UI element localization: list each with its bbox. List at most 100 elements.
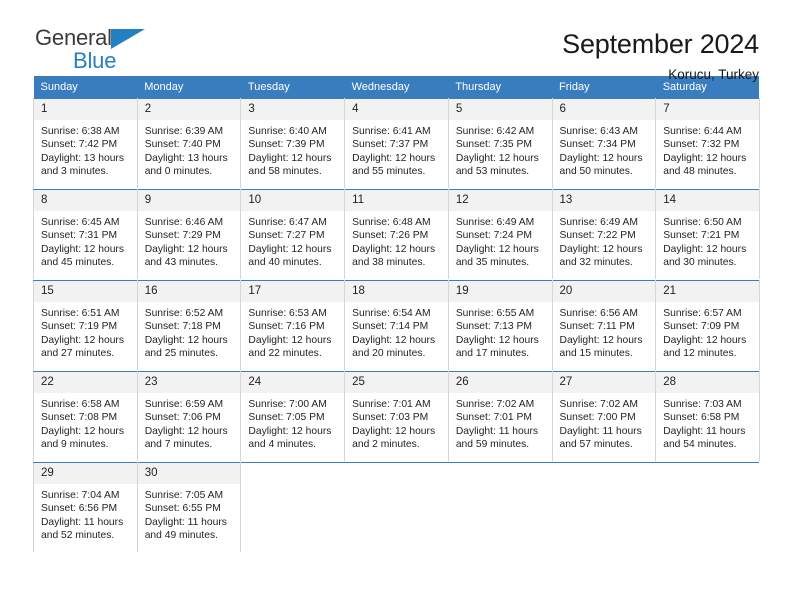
calendar-day-cell[interactable]: 24 Sunrise: 7:00 AM Sunset: 7:05 PM Dayligh… — [240, 371, 346, 461]
calendar-day-cell[interactable]: 8 Sunrise: 6:45 AM Sunset: 7:31 PM Daylight… — [33, 189, 138, 279]
calendar-day-cell[interactable]: 3 Sunrise: 6:40 AM Sunset: 7:39 PM Daylight… — [240, 98, 346, 188]
day-sunset-line: Sunset: 7:05 PM — [248, 412, 325, 424]
day-sun-info: Sunrise: 6:46 AM Sunset: 7:29 PM Daylight:… — [138, 211, 241, 270]
day-sunrise-line: Sunrise: 6:38 AM — [41, 126, 120, 137]
day-sun-info: Sunrise: 6:59 AM Sunset: 7:06 PM Daylight:… — [138, 393, 241, 452]
day-number-blank — [448, 463, 553, 484]
calendar-day-cell[interactable]: 23 Sunrise: 6:59 AM Sunset: 7:06 PM Dayligh… — [136, 371, 242, 461]
day-sun-info: Sunrise: 6:41 AM Sunset: 7:37 PM Daylight:… — [345, 120, 448, 179]
calendar-day-cell[interactable]: 22 Sunrise: 6:58 AM Sunset: 7:08 PM Dayligh… — [33, 371, 138, 461]
day-daylight-line: and 30 minutes. — [663, 257, 737, 269]
day-sunrise-line: Sunrise: 7:03 AM — [663, 399, 742, 410]
day-sun-info: Sunrise: 6:47 AM Sunset: 7:27 PM Daylight:… — [241, 211, 344, 270]
day-number-blank — [344, 463, 449, 484]
day-daylight-line: and 17 minutes. — [455, 348, 530, 360]
calendar-day-cell[interactable]: 2 Sunrise: 6:39 AM Sunset: 7:40 PM Daylight… — [136, 98, 242, 188]
calendar-day-cell[interactable]: 16 Sunrise: 6:52 AM Sunset: 7:18 PM Dayligh… — [136, 280, 242, 370]
day-sunrise-line: Sunrise: 6:54 AM — [352, 308, 431, 319]
calendar-day-cell[interactable]: 21 Sunrise: 6:57 AM Sunset: 7:09 PM Dayligh… — [655, 280, 760, 370]
calendar-day-cell[interactable]: 25 Sunrise: 7:01 AM Sunset: 7:03 PM Dayligh… — [344, 371, 449, 461]
day-number: 25 — [345, 372, 448, 393]
day-daylight-line: and 59 minutes. — [455, 439, 530, 451]
day-daylight-line: and 32 minutes. — [559, 257, 633, 269]
day-number-blank — [552, 463, 656, 484]
day-sunset-line: Sunset: 7:32 PM — [663, 139, 740, 151]
day-daylight-line: Daylight: 11 hours — [455, 425, 539, 437]
calendar-day-cell[interactable]: 20 Sunrise: 6:56 AM Sunset: 7:11 PM Dayligh… — [551, 280, 657, 370]
day-number: 11 — [345, 190, 448, 211]
day-sunset-line: Sunset: 6:56 PM — [41, 503, 118, 515]
day-sunset-line: Sunset: 7:39 PM — [248, 139, 325, 151]
day-sun-info: Sunrise: 6:52 AM Sunset: 7:18 PM Daylight:… — [138, 302, 241, 361]
day-daylight-line: and 53 minutes. — [455, 166, 530, 178]
day-daylight-line: Daylight: 13 hours — [41, 152, 124, 164]
page-title: September 2024 — [562, 29, 759, 59]
calendar-week-row: 29 Sunrise: 7:04 AM Sunset: 6:56 PM Dayligh… — [33, 462, 760, 552]
calendar-day-cell[interactable]: 18 Sunrise: 6:54 AM Sunset: 7:14 PM Dayligh… — [344, 280, 449, 370]
day-sunset-line: Sunset: 7:09 PM — [663, 321, 740, 333]
calendar-day-cell[interactable]: 11 Sunrise: 6:48 AM Sunset: 7:26 PM Dayligh… — [344, 189, 449, 279]
day-sun-info: Sunrise: 6:50 AM Sunset: 7:21 PM Daylight:… — [656, 211, 759, 270]
calendar-day-cell[interactable]: 19 Sunrise: 6:55 AM Sunset: 7:13 PM Dayligh… — [447, 280, 553, 370]
day-daylight-line: and 9 minutes. — [41, 439, 109, 451]
day-daylight-line: and 12 minutes. — [663, 348, 737, 360]
day-number: 26 — [448, 372, 552, 393]
calendar-body: 1 Sunrise: 6:38 AM Sunset: 7:42 PM Daylight… — [33, 98, 760, 552]
day-sunrise-line: Sunrise: 7:02 AM — [455, 399, 535, 410]
calendar-day-cell[interactable]: 6 Sunrise: 6:43 AM Sunset: 7:34 PM Daylight… — [551, 98, 657, 188]
day-daylight-line: Daylight: 12 hours — [144, 243, 228, 255]
day-number-blank — [655, 463, 760, 484]
calendar-day-cell[interactable]: 1 Sunrise: 6:38 AM Sunset: 7:42 PM Daylight… — [33, 98, 138, 188]
day-daylight-line: and 49 minutes. — [144, 530, 218, 542]
day-sun-info: Sunrise: 6:51 AM Sunset: 7:19 PM Daylight:… — [34, 302, 137, 361]
day-number: 27 — [552, 372, 656, 393]
calendar-day-cell[interactable]: 30 Sunrise: 7:05 AM Sunset: 6:55 PM Dayligh… — [136, 462, 242, 552]
calendar-day-cell[interactable]: 26 Sunrise: 7:02 AM Sunset: 7:01 PM Dayligh… — [447, 371, 553, 461]
day-sun-info: Sunrise: 6:39 AM Sunset: 7:40 PM Daylight:… — [138, 120, 241, 179]
day-daylight-line: and 20 minutes. — [352, 348, 426, 360]
day-number: 8 — [34, 190, 137, 211]
day-number: 29 — [34, 463, 137, 484]
day-sun-info: Sunrise: 7:02 AM Sunset: 7:01 PM Daylight:… — [449, 393, 552, 452]
day-sunrise-line: Sunrise: 7:01 AM — [352, 399, 431, 410]
day-number: 20 — [552, 281, 656, 302]
day-daylight-line: and 45 minutes. — [41, 257, 115, 269]
calendar-week-row: 15 Sunrise: 6:51 AM Sunset: 7:19 PM Dayligh… — [33, 280, 760, 370]
day-sunset-line: Sunset: 7:01 PM — [455, 412, 532, 424]
day-number: 5 — [448, 99, 552, 120]
calendar-day-cell[interactable]: 10 Sunrise: 6:47 AM Sunset: 7:27 PM Dayligh… — [240, 189, 346, 279]
calendar-day-cell[interactable]: 28 Sunrise: 7:03 AM Sunset: 6:58 PM Dayligh… — [655, 371, 760, 461]
day-number: 18 — [345, 281, 448, 302]
calendar-week-row: 1 Sunrise: 6:38 AM Sunset: 7:42 PM Daylight… — [33, 98, 760, 188]
brand-logo: General Blue — [33, 26, 213, 78]
day-sunrise-line: Sunrise: 6:49 AM — [455, 217, 535, 228]
calendar-day-cell[interactable]: 12 Sunrise: 6:49 AM Sunset: 7:24 PM Dayligh… — [447, 189, 553, 279]
day-sunrise-line: Sunrise: 6:46 AM — [144, 217, 224, 228]
day-sunset-line: Sunset: 7:14 PM — [352, 321, 429, 333]
day-daylight-line: and 25 minutes. — [144, 348, 218, 360]
calendar-day-cell[interactable]: 7 Sunrise: 6:44 AM Sunset: 7:32 PM Daylight… — [655, 98, 760, 188]
day-daylight-line: Daylight: 12 hours — [455, 152, 539, 164]
calendar-day-cell[interactable]: 5 Sunrise: 6:42 AM Sunset: 7:35 PM Daylight… — [447, 98, 553, 188]
calendar-cell-empty — [448, 462, 553, 552]
day-daylight-line: Daylight: 11 hours — [663, 425, 746, 437]
day-sun-info: Sunrise: 6:44 AM Sunset: 7:32 PM Daylight:… — [656, 120, 759, 179]
day-sunset-line: Sunset: 6:58 PM — [663, 412, 740, 424]
calendar-cell-empty — [655, 462, 760, 552]
calendar-day-cell[interactable]: 13 Sunrise: 6:49 AM Sunset: 7:22 PM Dayligh… — [551, 189, 657, 279]
calendar-day-cell[interactable]: 4 Sunrise: 6:41 AM Sunset: 7:37 PM Daylight… — [344, 98, 449, 188]
day-sunrise-line: Sunrise: 7:05 AM — [144, 490, 224, 501]
calendar-day-cell[interactable]: 17 Sunrise: 6:53 AM Sunset: 7:16 PM Dayligh… — [240, 280, 346, 370]
day-number: 1 — [34, 99, 137, 120]
day-sun-info: Sunrise: 6:43 AM Sunset: 7:34 PM Daylight:… — [553, 120, 656, 179]
day-sunset-line: Sunset: 7:16 PM — [248, 321, 325, 333]
day-sunset-line: Sunset: 7:40 PM — [144, 139, 221, 151]
calendar-day-cell[interactable]: 14 Sunrise: 6:50 AM Sunset: 7:21 PM Dayligh… — [655, 189, 760, 279]
calendar-day-cell[interactable]: 27 Sunrise: 7:02 AM Sunset: 7:00 PM Dayligh… — [551, 371, 657, 461]
calendar-day-cell[interactable]: 15 Sunrise: 6:51 AM Sunset: 7:19 PM Dayligh… — [33, 280, 138, 370]
day-number: 13 — [552, 190, 656, 211]
day-number: 6 — [552, 99, 656, 120]
calendar-day-cell[interactable]: 29 Sunrise: 7:04 AM Sunset: 6:56 PM Dayligh… — [33, 462, 138, 552]
calendar-day-cell[interactable]: 9 Sunrise: 6:46 AM Sunset: 7:29 PM Daylight… — [136, 189, 242, 279]
day-number: 28 — [656, 372, 759, 393]
